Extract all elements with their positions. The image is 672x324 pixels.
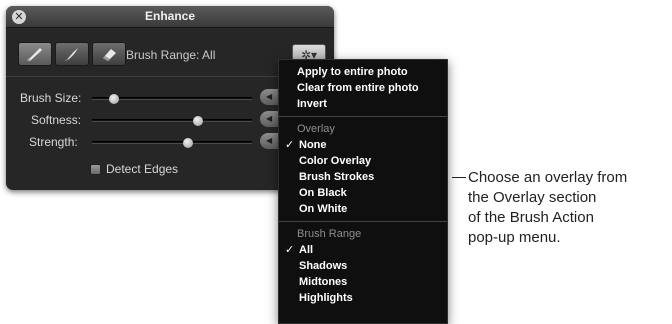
detect-edges-label: Detect Edges xyxy=(106,162,179,176)
callout-line-1: Choose an overlay from xyxy=(468,169,628,186)
menu-item-clear[interactable]: Clear from entire photo xyxy=(279,80,447,96)
detect-edges[interactable]: Detect Edges xyxy=(90,162,178,176)
brush-action-popup-menu: Apply to entire photo Clear from entire … xyxy=(278,59,448,324)
range-item-midtones[interactable]: Midtones xyxy=(279,274,447,290)
range-item-highlights[interactable]: Highlights xyxy=(279,290,447,306)
menu-separator xyxy=(279,116,447,117)
callout-text: Choose an overlay from the Overlay secti… xyxy=(468,168,672,248)
brush-tool-icon[interactable] xyxy=(18,42,52,66)
window-title: Enhance xyxy=(144,9,195,23)
range-item-shadows[interactable]: Shadows xyxy=(279,258,447,274)
brush-tools xyxy=(18,42,129,66)
brush-range-section-header: Brush Range xyxy=(297,228,362,240)
eraser-tool-icon[interactable] xyxy=(92,42,126,66)
callout-line-3: of the Brush Action xyxy=(468,209,594,226)
strength-slider[interactable] xyxy=(92,138,252,148)
overlay-item-none[interactable]: None xyxy=(279,137,447,153)
detect-edges-checkbox[interactable] xyxy=(90,163,101,175)
softness-label: Softness: xyxy=(31,113,82,127)
strength-knob[interactable] xyxy=(183,138,193,148)
overlay-item-brush-strokes[interactable]: Brush Strokes xyxy=(279,169,447,185)
overlay-section-header: Overlay xyxy=(297,123,335,135)
softness-slider[interactable] xyxy=(92,116,252,126)
softness-knob[interactable] xyxy=(192,116,203,126)
callout-line-4: pop-up menu. xyxy=(468,229,561,246)
brush-size-label: Brush Size: xyxy=(20,91,82,105)
brush-size-knob[interactable] xyxy=(109,94,120,104)
menu-item-invert[interactable]: Invert xyxy=(279,96,447,112)
range-item-all[interactable]: All xyxy=(279,242,447,258)
overlay-item-on-white[interactable]: On White xyxy=(279,201,447,217)
overlay-item-on-black[interactable]: On Black xyxy=(279,185,447,201)
callout-line-2: the Overlay section xyxy=(468,189,597,206)
callout-leader-line xyxy=(452,177,466,178)
overlay-item-color-overlay[interactable]: Color Overlay xyxy=(279,153,447,169)
menu-separator xyxy=(279,221,447,222)
title-bar: ✕ Enhance xyxy=(6,6,334,28)
brush-size-slider[interactable] xyxy=(92,94,252,104)
menu-item-apply[interactable]: Apply to entire photo xyxy=(279,64,447,80)
brush-range-label: Brush Range: All xyxy=(126,48,216,62)
strength-label: Strength: xyxy=(29,135,78,149)
feather-brush-tool-icon[interactable] xyxy=(55,42,89,66)
